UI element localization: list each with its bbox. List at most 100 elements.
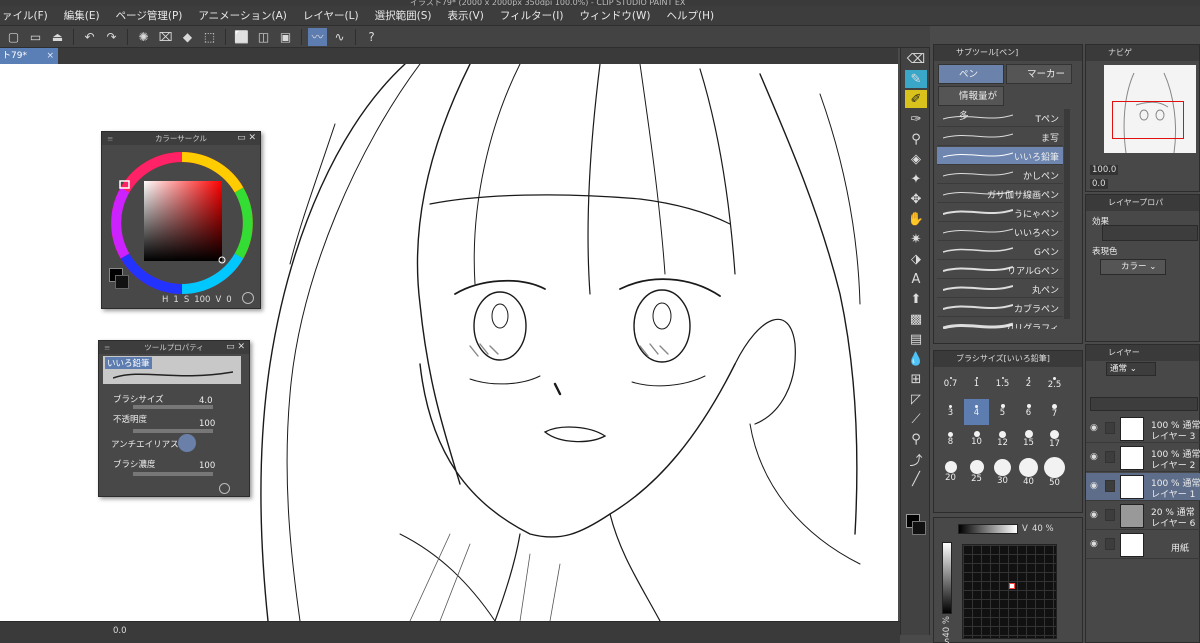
zoom-value[interactable]: 100.0	[1090, 165, 1119, 175]
layer-row[interactable]: ◉ 100 % 通常 レイヤー 2	[1086, 444, 1200, 472]
curve-icon[interactable]: ∿	[330, 28, 349, 46]
size-swatch[interactable]: 3	[938, 399, 963, 425]
size-swatch[interactable]: 2	[1016, 371, 1041, 397]
move-icon[interactable]: ✥	[905, 190, 927, 208]
brush-item[interactable]: いいろペン	[937, 223, 1063, 241]
rotate-value[interactable]: 0.0	[1090, 179, 1108, 189]
panel-controls[interactable]: ▭ ✕	[226, 341, 245, 354]
value-bar[interactable]	[958, 524, 1018, 534]
correction-icon[interactable]: ⤴	[905, 450, 927, 469]
menu-selection[interactable]: 選択範囲(S)	[367, 8, 440, 23]
eyedropper-icon[interactable]: ⚲	[905, 130, 927, 148]
magic-wand-icon[interactable]: ✷	[905, 230, 927, 248]
menu-help[interactable]: ヘルプ(H)	[659, 8, 723, 23]
undo-icon[interactable]: ↶	[80, 28, 99, 46]
menu-window[interactable]: ウィンドウ(W)	[571, 8, 658, 23]
fill-icon[interactable]: ◆	[178, 28, 197, 46]
layer-row[interactable]: ◉ 20 % 通常 レイヤー 6	[1086, 502, 1200, 530]
line-icon[interactable]: ╱	[905, 470, 927, 488]
clear-outside-icon[interactable]: ⌧	[156, 28, 175, 46]
size-swatch[interactable]: 6	[1016, 399, 1041, 425]
zoom-icon[interactable]: ⚲	[905, 430, 927, 448]
fill-bucket-icon[interactable]: ◈	[905, 150, 927, 168]
status-zoom[interactable]: 0.0	[113, 626, 127, 636]
menu-filter[interactable]: フィルター(I)	[492, 8, 572, 23]
brush-item[interactable]: カブラペン	[937, 299, 1063, 317]
size-swatch[interactable]: 2.5	[1042, 371, 1067, 397]
clear-icon[interactable]: ✺	[134, 28, 153, 46]
eraser-icon[interactable]: ⌫	[905, 50, 927, 68]
sub-color-swatch[interactable]	[912, 521, 926, 535]
size-swatch[interactable]: 25	[964, 457, 989, 491]
brush-item[interactable]: Tペン	[937, 109, 1063, 127]
pattern-icon[interactable]: ▩	[905, 310, 927, 328]
brush-item[interactable]: Gペン	[937, 242, 1063, 260]
menu-animation[interactable]: アニメーション(A)	[190, 8, 294, 23]
brush-item[interactable]: ま写	[937, 128, 1063, 146]
size-swatch[interactable]: 30	[990, 457, 1015, 491]
layer-tab[interactable]: レイヤー	[1108, 348, 1140, 357]
color-circle-titlebar[interactable]: ≡ カラーサークル ▭ ✕	[102, 132, 260, 145]
navigator-tab[interactable]: ナビゲ	[1108, 48, 1132, 57]
size-swatch[interactable]: 17	[1042, 427, 1067, 453]
eye-icon[interactable]: ◉	[1090, 510, 1098, 520]
redo-icon[interactable]: ↷	[102, 28, 121, 46]
layer-property-tab[interactable]: レイヤープロパ	[1108, 198, 1163, 207]
size-swatch[interactable]: 40	[1016, 457, 1041, 491]
layer-command-buttons[interactable]	[1090, 397, 1198, 411]
brush-item[interactable]: うにゃペン	[937, 204, 1063, 222]
expression-color-select[interactable]: カラー ⌄	[1100, 259, 1166, 275]
invert-selection-icon[interactable]: ◫	[254, 28, 273, 46]
decoration-icon[interactable]: ✦	[905, 170, 927, 188]
figure-icon[interactable]: ⬆	[905, 290, 927, 308]
size-swatch[interactable]: 15	[1016, 427, 1041, 453]
blend-mode-select[interactable]: 通常 ⌄	[1106, 362, 1156, 376]
intermediate-color-grid[interactable]	[962, 544, 1057, 639]
size-swatch[interactable]: 10	[964, 427, 989, 453]
stabilizer-icon[interactable]: 〰	[308, 27, 327, 46]
opacity-slider[interactable]	[133, 429, 213, 433]
close-icon[interactable]: ×	[46, 48, 54, 64]
lock-icon[interactable]	[1105, 509, 1115, 521]
brush-item[interactable]: リアルGペン	[937, 261, 1063, 279]
sub-color-swatch[interactable]	[115, 275, 129, 289]
layer-row-selected[interactable]: ◉ 100 % 通常 レイヤー 1	[1086, 473, 1200, 501]
help-icon[interactable]: ?	[362, 28, 381, 46]
eye-icon[interactable]: ◉	[1090, 423, 1098, 433]
lock-icon[interactable]	[1105, 538, 1115, 550]
size-swatch[interactable]: 8	[938, 427, 963, 453]
text-icon[interactable]: A	[905, 270, 927, 288]
brush-item-selected[interactable]: いいろ鉛筆	[937, 147, 1063, 165]
brush-list-scrollbar[interactable]	[1064, 109, 1070, 319]
brush-item[interactable]: かしペン	[937, 166, 1063, 184]
pen-icon[interactable]	[1105, 480, 1115, 492]
lock-icon[interactable]	[1105, 451, 1115, 463]
save-icon[interactable]: ⏏	[48, 28, 67, 46]
layer-move-icon[interactable]: ⬗	[905, 250, 927, 268]
balloon-icon[interactable]: ◸	[905, 390, 927, 408]
size-swatch[interactable]: 5	[990, 399, 1015, 425]
menu-edit[interactable]: 編集(E)	[56, 8, 108, 23]
show-selection-icon[interactable]: ▣	[276, 28, 295, 46]
size-swatch[interactable]: 20	[938, 457, 963, 491]
tab-pen[interactable]: ペン	[938, 64, 1004, 84]
settings-icon[interactable]	[242, 292, 254, 304]
frame-icon[interactable]: ⊞	[905, 370, 927, 388]
size-swatch[interactable]: 7	[1042, 399, 1067, 425]
menu-view[interactable]: 表示(V)	[439, 8, 491, 23]
hand-icon[interactable]: ✋	[905, 210, 927, 228]
brush-density-slider[interactable]	[133, 472, 213, 476]
deselect-icon[interactable]: ⬜	[232, 28, 251, 46]
size-swatch[interactable]: 1.5	[990, 371, 1015, 397]
blend-icon[interactable]: 💧	[905, 350, 927, 368]
transform-icon[interactable]: ⬚	[200, 28, 219, 46]
menu-page[interactable]: ページ管理(P)	[108, 8, 191, 23]
size-swatch[interactable]: 12	[990, 427, 1015, 453]
saturation-bar[interactable]	[942, 542, 952, 614]
document-tab[interactable]: ト79* ×	[0, 48, 58, 64]
layer-row-paper[interactable]: ◉ 用紙	[1086, 531, 1200, 559]
brush-size-slider[interactable]	[133, 405, 213, 409]
menu-layer[interactable]: レイヤー(L)	[295, 8, 367, 23]
gradient-icon[interactable]: ▤	[905, 330, 927, 348]
layer-row[interactable]: ◉ 100 % 通常 レイヤー 3	[1086, 415, 1200, 443]
